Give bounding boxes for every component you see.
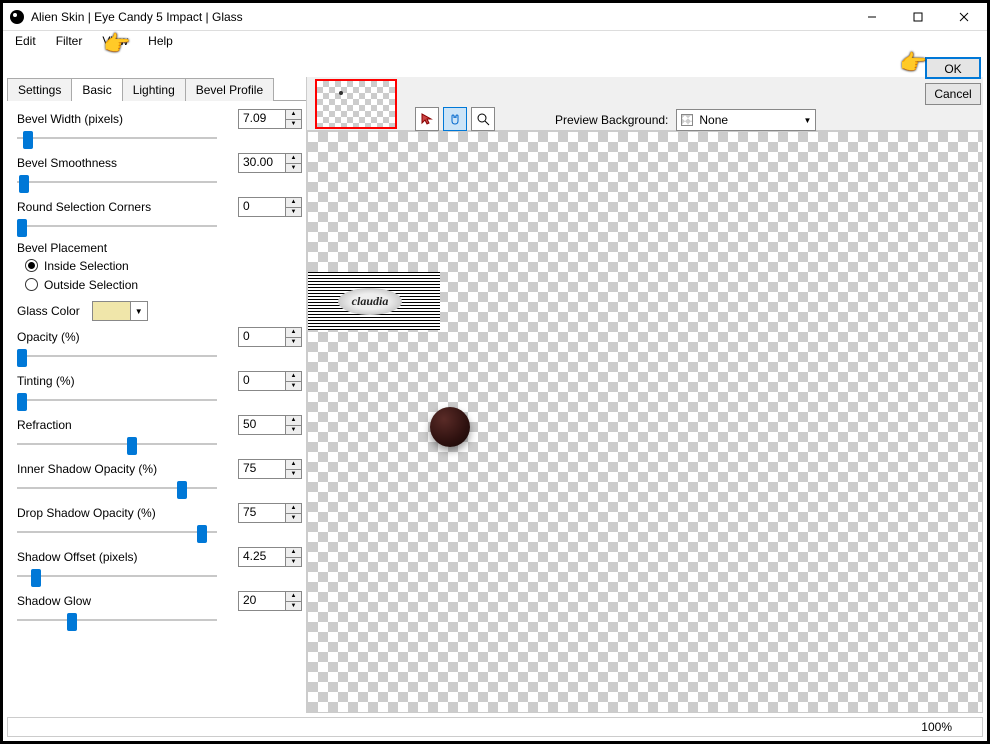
spinner-opacity[interactable]: ▲▼ bbox=[286, 327, 302, 347]
tool-zoom[interactable] bbox=[471, 107, 495, 131]
slider-tinting[interactable] bbox=[17, 393, 217, 407]
titlebar: Alien Skin | Eye Candy 5 Impact | Glass bbox=[3, 3, 987, 31]
cancel-button[interactable]: Cancel bbox=[925, 83, 981, 105]
label-round-corners: Round Selection Corners bbox=[17, 200, 151, 214]
slider-inner-shadow[interactable] bbox=[17, 481, 217, 495]
slider-drop-shadow[interactable] bbox=[17, 525, 217, 539]
zoom-level: 100% bbox=[921, 720, 952, 734]
label-refraction: Refraction bbox=[17, 418, 72, 432]
menubar: Edit Filter View Help bbox=[3, 31, 987, 51]
tool-pointer[interactable] bbox=[415, 107, 439, 131]
close-button[interactable] bbox=[941, 3, 987, 31]
input-shadow-offset[interactable]: 4.25 bbox=[238, 547, 286, 567]
spinner-inner-shadow[interactable]: ▲▼ bbox=[286, 459, 302, 479]
chevron-down-icon: ▼ bbox=[803, 116, 811, 125]
input-bevel-smoothness[interactable]: 30.00 bbox=[238, 153, 286, 173]
input-inner-shadow[interactable]: 75 bbox=[238, 459, 286, 479]
tool-hand[interactable] bbox=[443, 107, 467, 131]
slider-refraction[interactable] bbox=[17, 437, 217, 451]
spinner-refraction[interactable]: ▲▼ bbox=[286, 415, 302, 435]
preview-canvas[interactable]: claudia bbox=[307, 131, 983, 713]
radio-outside-selection[interactable] bbox=[25, 278, 38, 291]
slider-shadow-glow[interactable] bbox=[17, 613, 217, 627]
preview-toolbar: Preview Background: None ▼ OK Cancel bbox=[307, 77, 983, 131]
radio-inside-selection[interactable] bbox=[25, 259, 38, 272]
app-icon bbox=[9, 9, 25, 25]
ok-button[interactable]: OK bbox=[925, 57, 981, 79]
maximize-button[interactable] bbox=[895, 3, 941, 31]
label-glass-color: Glass Color bbox=[17, 304, 80, 318]
label-bevel-smoothness: Bevel Smoothness bbox=[17, 156, 117, 170]
label-bevel-width: Bevel Width (pixels) bbox=[17, 112, 123, 126]
label-tinting: Tinting (%) bbox=[17, 374, 75, 388]
label-inner-shadow: Inner Shadow Opacity (%) bbox=[17, 462, 157, 476]
label-drop-shadow: Drop Shadow Opacity (%) bbox=[17, 506, 156, 520]
watermark-text: claudia bbox=[338, 288, 403, 315]
slider-opacity[interactable] bbox=[17, 349, 217, 363]
spinner-bevel-smoothness[interactable]: ▲▼ bbox=[286, 153, 302, 173]
slider-bevel-smoothness[interactable] bbox=[17, 175, 217, 189]
tab-basic[interactable]: Basic bbox=[71, 78, 122, 101]
spinner-tinting[interactable]: ▲▼ bbox=[286, 371, 302, 391]
label-preview-background: Preview Background: bbox=[555, 113, 668, 127]
settings-panel: Settings Basic Lighting Bevel Profile Be… bbox=[7, 77, 307, 713]
slider-round-corners[interactable] bbox=[17, 219, 217, 233]
input-drop-shadow[interactable]: 75 bbox=[238, 503, 286, 523]
label-outside-selection: Outside Selection bbox=[44, 278, 138, 292]
preview-area: Preview Background: None ▼ OK Cancel cla… bbox=[307, 77, 983, 713]
hand-pointer-icon: 👉 bbox=[103, 31, 130, 57]
tab-settings[interactable]: Settings bbox=[7, 78, 72, 101]
hand-pointer-icon: 👉 bbox=[900, 50, 927, 76]
glass-color-picker[interactable]: ▼ bbox=[92, 301, 148, 321]
menu-filter[interactable]: Filter bbox=[46, 32, 93, 50]
window-title: Alien Skin | Eye Candy 5 Impact | Glass bbox=[31, 10, 849, 24]
slider-shadow-offset[interactable] bbox=[17, 569, 217, 583]
tab-lighting[interactable]: Lighting bbox=[122, 78, 186, 101]
input-opacity[interactable]: 0 bbox=[238, 327, 286, 347]
label-shadow-glow: Shadow Glow bbox=[17, 594, 91, 608]
input-bevel-width[interactable]: 7.09 bbox=[238, 109, 286, 129]
input-tinting[interactable]: 0 bbox=[238, 371, 286, 391]
preview-background-value: None bbox=[699, 113, 728, 127]
preview-object bbox=[430, 407, 470, 447]
spinner-shadow-glow[interactable]: ▲▼ bbox=[286, 591, 302, 611]
spinner-bevel-width[interactable]: ▲▼ bbox=[286, 109, 302, 129]
label-inside-selection: Inside Selection bbox=[44, 259, 129, 273]
menu-help[interactable]: Help bbox=[138, 32, 183, 50]
tab-bevel-profile[interactable]: Bevel Profile bbox=[185, 78, 274, 101]
input-refraction[interactable]: 50 bbox=[238, 415, 286, 435]
spinner-round-corners[interactable]: ▲▼ bbox=[286, 197, 302, 217]
input-round-corners[interactable]: 0 bbox=[238, 197, 286, 217]
preview-background-select[interactable]: None ▼ bbox=[676, 109, 816, 131]
minimize-button[interactable] bbox=[849, 3, 895, 31]
label-opacity: Opacity (%) bbox=[17, 330, 80, 344]
input-shadow-glow[interactable]: 20 bbox=[238, 591, 286, 611]
label-shadow-offset: Shadow Offset (pixels) bbox=[17, 550, 138, 564]
watermark: claudia bbox=[307, 272, 440, 330]
status-bar: 100% bbox=[7, 717, 983, 737]
transparency-icon bbox=[681, 114, 693, 126]
spinner-shadow-offset[interactable]: ▲▼ bbox=[286, 547, 302, 567]
preview-thumbnail[interactable] bbox=[315, 79, 397, 129]
label-bevel-placement: Bevel Placement bbox=[17, 241, 302, 255]
spinner-drop-shadow[interactable]: ▲▼ bbox=[286, 503, 302, 523]
slider-bevel-width[interactable] bbox=[17, 131, 217, 145]
menu-edit[interactable]: Edit bbox=[5, 32, 46, 50]
